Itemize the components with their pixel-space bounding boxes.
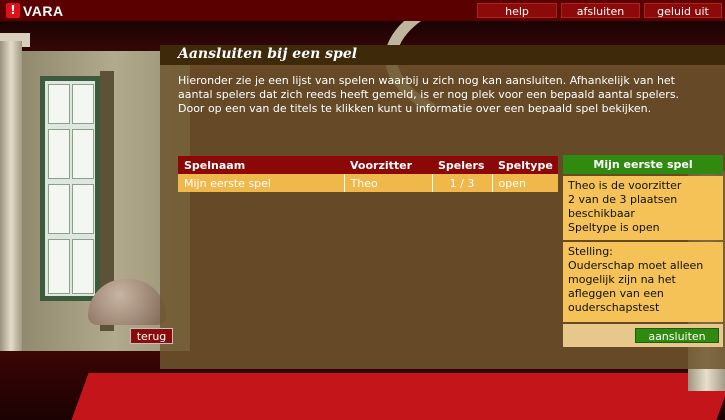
left-pillar (0, 41, 22, 371)
game-type-cell: open (491, 174, 558, 192)
statement-box: Stelling: Ouderschap moet alleen mogelij… (563, 242, 723, 322)
vara-logo: ! VARA (6, 2, 64, 19)
column-header-name: Spelnaam (178, 156, 344, 174)
type-detail: Speltype is open (568, 221, 660, 234)
page-title: Aansluiten bij een spel (178, 46, 358, 62)
brand-name: VARA (23, 2, 64, 19)
red-rug (71, 373, 725, 420)
join-button[interactable]: aansluiten (635, 328, 719, 343)
join-game-panel: Aansluiten bij een spel Hieronder zie je… (160, 45, 725, 369)
help-button[interactable]: help (477, 3, 557, 18)
game-players-cell: 1 / 3 (431, 174, 492, 192)
game-name-cell[interactable]: Mijn eerste spel (178, 174, 344, 192)
selected-game-title: Mijn eerste spel (563, 155, 723, 174)
chair-detail: Theo is de voorzitter (568, 179, 682, 192)
table-header-row: Spelnaam Voorzitter Spelers Speltype (178, 156, 558, 174)
statement-text: Ouderschap moet alleen mogelijk zijn na … (568, 259, 704, 314)
sound-toggle-button[interactable]: geluid uit (644, 3, 722, 18)
window (40, 76, 100, 301)
column-header-type: Speltype (492, 156, 558, 174)
game-details-box: Theo is de voorzitter 2 van de 3 plaatse… (563, 176, 723, 240)
statement-label: Stelling: (568, 245, 613, 258)
seats-detail: 2 van de 3 plaatsen beschikbaar (568, 193, 678, 220)
top-bar: ! VARA help afsluiten geluid uit (0, 0, 725, 22)
close-button[interactable]: afsluiten (561, 3, 640, 18)
intro-text: Hieronder zie je een lijst van spelen wa… (178, 74, 680, 115)
exclamation-icon: ! (6, 3, 20, 18)
games-table: Spelnaam Voorzitter Spelers Speltype Mij… (178, 156, 558, 192)
panel-title-bar: Aansluiten bij een spel (160, 45, 725, 65)
info-actions: aansluiten (563, 324, 723, 347)
column-header-players: Spelers (432, 156, 492, 174)
column-header-chair: Voorzitter (344, 156, 432, 174)
game-chair-cell: Theo (343, 174, 432, 192)
table-row[interactable]: Mijn eerste spel Theo 1 / 3 open (178, 174, 558, 192)
back-button[interactable]: terug (130, 328, 173, 344)
